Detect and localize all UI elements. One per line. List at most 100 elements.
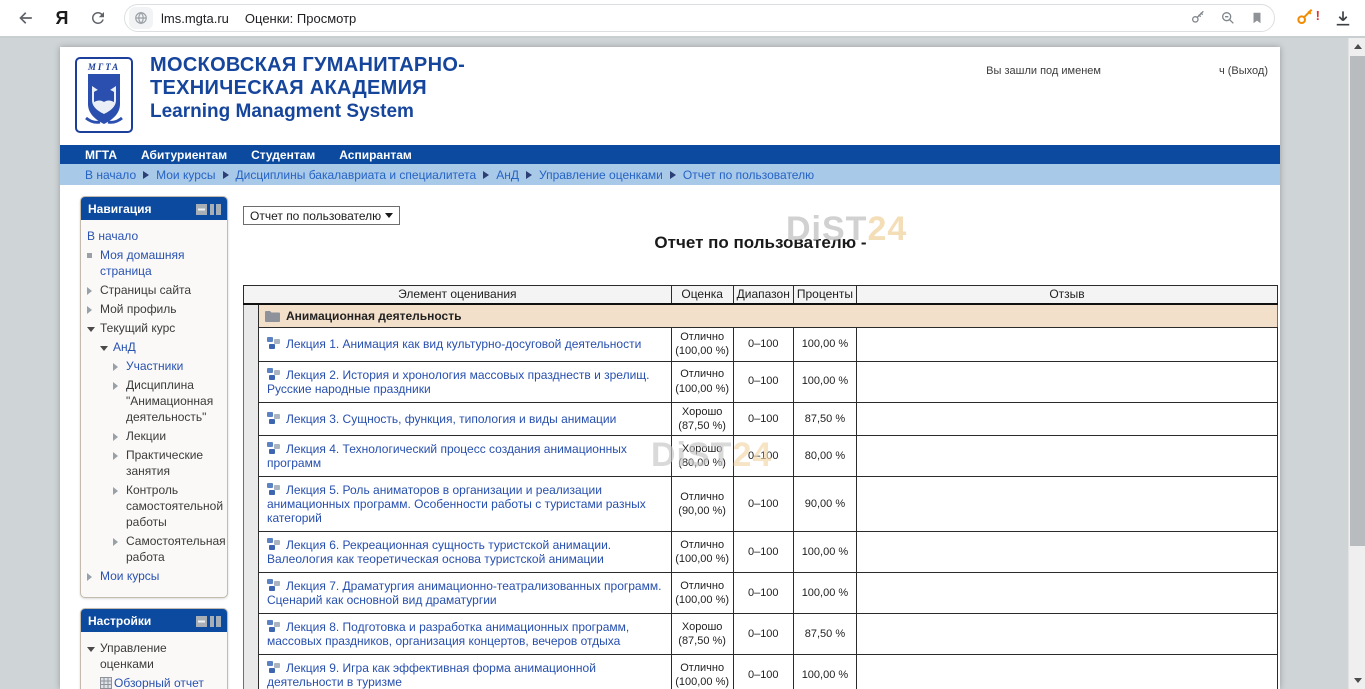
tree-collapsed-icon[interactable]: [113, 487, 118, 495]
lesson-icon: [267, 442, 280, 455]
tree-collapsed-icon[interactable]: [87, 573, 92, 581]
sidebar-item-label: Самостоятельная работа: [126, 533, 226, 565]
yandex-browser-button[interactable]: Я: [48, 4, 76, 32]
sidebar-item[interactable]: Контроль самостоятельной работы: [87, 482, 223, 530]
tree-collapsed-icon[interactable]: [113, 433, 118, 441]
tree-expanded-icon[interactable]: [87, 647, 95, 652]
tree-collapsed-icon[interactable]: [113, 363, 118, 371]
sidebar-item[interactable]: Практические занятия: [87, 447, 223, 479]
navbar-item-3[interactable]: Аспирантам: [339, 148, 412, 162]
address-bar[interactable]: lms.mgta.ru Оценки: Просмотр: [124, 4, 1275, 32]
zoom-out-icon[interactable]: [1220, 10, 1236, 26]
breadcrumb-arrow-icon: [526, 171, 532, 179]
breadcrumb-link[interactable]: Отчет по пользователю: [683, 168, 814, 182]
lesson-icon: [267, 483, 280, 496]
navbar-item-1[interactable]: Абитуриентам: [141, 148, 227, 162]
tree-collapsed-icon[interactable]: [113, 452, 118, 460]
lesson-icon: [267, 620, 280, 633]
grade-item-link[interactable]: Лекция 6. Рекреационная сущность туристс…: [267, 538, 611, 566]
back-icon: [16, 8, 36, 28]
password-alert-icon[interactable]: !: [1295, 8, 1315, 28]
academy-title-line2: ТЕХНИЧЕСКАЯ АКАДЕМИЯ: [150, 77, 465, 100]
sidebar-item[interactable]: Страницы сайта: [87, 282, 223, 298]
sidebar-item[interactable]: Самостоятельная работа: [87, 533, 223, 565]
sidebar-item-label: Обзорный отчет: [114, 675, 223, 689]
settings-block: Настройки Управление оценкамиОбзорный от…: [80, 608, 228, 689]
item-name-cell: Лекция 8. Подготовка и разработка анимац…: [259, 614, 672, 655]
collapse-block-icon[interactable]: [196, 204, 207, 215]
key-icon[interactable]: [1190, 10, 1206, 26]
sidebar-item[interactable]: Моя домашняя страница: [87, 247, 223, 279]
breadcrumb-link[interactable]: Управление оценками: [539, 168, 663, 182]
tree-expanded-icon[interactable]: [87, 327, 95, 332]
grade-item-link[interactable]: Лекция 8. Подготовка и разработка анимац…: [267, 620, 629, 648]
page-title: Отчет по пользователю -: [243, 233, 1278, 255]
browser-toolbar: Я lms.mgta.ru Оценки: Просмотр: [0, 0, 1365, 38]
lesson-icon: [267, 661, 280, 674]
grade-cell: Отлично(90,00 %): [671, 477, 733, 532]
grade-item-row: Лекция 9. Игра как эффективная форма ани…: [244, 655, 1278, 689]
download-icon[interactable]: [1333, 8, 1353, 28]
grade-word: Отлично: [674, 661, 731, 675]
breadcrumb-link[interactable]: В начало: [85, 168, 136, 182]
scrollbar-thumb[interactable]: [1350, 56, 1365, 546]
grade-item-link[interactable]: Лекция 1. Анимация как вид культурно-дос…: [286, 337, 641, 351]
col-header-feedback: Отзыв: [857, 286, 1278, 305]
logout-link[interactable]: ч (Выход): [1219, 65, 1268, 77]
sidebar-item[interactable]: Мои курсы: [87, 568, 223, 584]
tree-collapsed-icon[interactable]: [113, 382, 118, 390]
lesson-icon: [267, 579, 280, 592]
grade-pct: (100,00 %): [674, 382, 731, 396]
sidebar-item[interactable]: Обзорный отчет: [87, 675, 223, 689]
sidebar-item[interactable]: В начало: [87, 228, 223, 244]
range-cell: 0–100: [733, 477, 793, 532]
collapse-block-icon[interactable]: [196, 616, 207, 627]
academy-title-line1: МОСКОВСКАЯ ГУМАНИТАРНО-: [150, 54, 465, 77]
navbar-item-0[interactable]: МГТА: [85, 148, 117, 162]
scroll-down-button[interactable]: [1349, 672, 1365, 689]
breadcrumb-link[interactable]: Мои курсы: [156, 168, 215, 182]
window-scrollbar[interactable]: [1348, 38, 1365, 689]
mgta-logo: МГТА: [75, 57, 133, 133]
feedback-cell: [857, 655, 1278, 689]
range-cell: 0–100: [733, 436, 793, 477]
range-cell: 0–100: [733, 614, 793, 655]
grade-item-row: Лекция 6. Рекреационная сущность туристс…: [244, 532, 1278, 573]
navbar-item-2[interactable]: Студентам: [251, 148, 315, 162]
arrow-up-icon: [1354, 44, 1362, 49]
tree-collapsed-icon[interactable]: [113, 538, 118, 546]
feedback-cell: [857, 532, 1278, 573]
breadcrumb-link[interactable]: АнД: [496, 168, 519, 182]
tree-expanded-icon[interactable]: [100, 346, 108, 351]
grade-item-link[interactable]: Лекция 2. История и хронология массовых …: [267, 368, 650, 396]
percent-cell: 87,50 %: [793, 402, 856, 436]
dock-block-icon[interactable]: [210, 616, 221, 627]
sidebar-item[interactable]: Лекции: [87, 428, 223, 444]
grade-item-link[interactable]: Лекция 3. Сущность, функция, типология и…: [286, 412, 616, 426]
grade-item-link[interactable]: Лекция 7. Драматургия анимационно-театра…: [267, 579, 661, 607]
sidebar-item-label: Моя домашняя страница: [100, 247, 223, 279]
row-indent: [244, 436, 259, 477]
back-button[interactable]: [12, 4, 40, 32]
dock-block-icon[interactable]: [210, 204, 221, 215]
grade-item-link[interactable]: Лекция 9. Игра как эффективная форма ани…: [267, 661, 596, 689]
report-type-select[interactable]: Отчет по пользователю: [243, 206, 400, 225]
grade-item-row: Лекция 2. История и хронология массовых …: [244, 361, 1278, 402]
sidebar-item[interactable]: Участники: [87, 358, 223, 374]
site-globe-chip[interactable]: [129, 7, 153, 29]
sidebar-item[interactable]: Мой профиль: [87, 301, 223, 317]
breadcrumb-link[interactable]: Дисциплины бакалавриата и специалитета: [236, 168, 477, 182]
refresh-button[interactable]: [84, 4, 112, 32]
grade-item-link[interactable]: Лекция 4. Технологический процесс создан…: [267, 442, 627, 470]
grade-item-link[interactable]: Лекция 5. Роль аниматоров в организации …: [267, 483, 646, 525]
navigation-block-title: Навигация: [88, 202, 152, 216]
tree-collapsed-icon[interactable]: [87, 287, 92, 295]
sidebar-item[interactable]: Дисциплина "Анимационная деятельность": [87, 377, 223, 425]
sidebar-item[interactable]: Управление оценками: [87, 640, 223, 672]
sidebar-item[interactable]: АнД: [87, 339, 223, 355]
tree-collapsed-icon[interactable]: [87, 306, 92, 314]
bookmark-icon[interactable]: [1250, 10, 1264, 26]
sidebar-item-label: Практические занятия: [126, 447, 223, 479]
sidebar-item[interactable]: Текущий курс: [87, 320, 223, 336]
scroll-up-button[interactable]: [1349, 38, 1365, 55]
